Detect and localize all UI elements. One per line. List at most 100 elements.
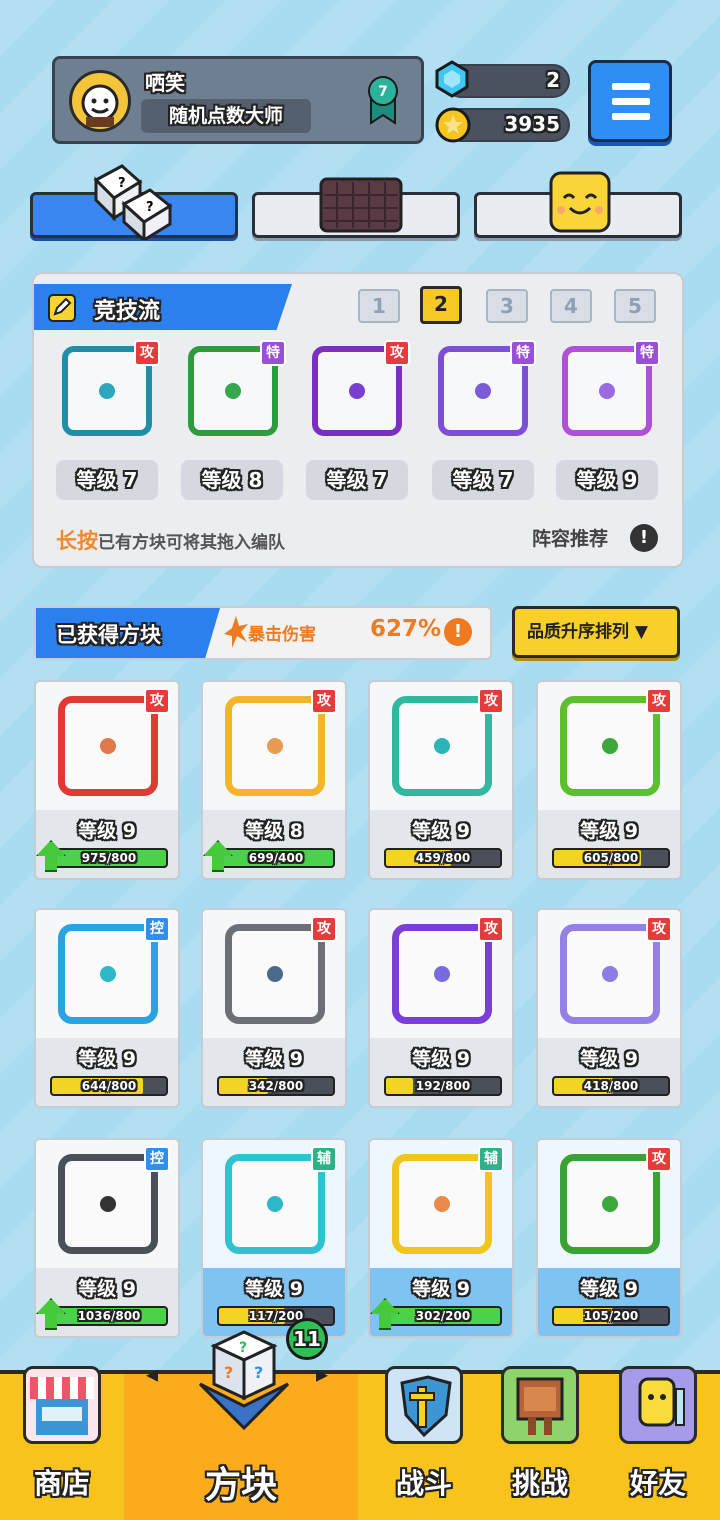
sort-dropdown[interactable]: 品质升序排列 ▼ [512,606,680,658]
dice-square [58,924,158,1024]
type-tag: 攻 [311,916,337,942]
card-progress-bar: 644/800 [50,1076,168,1096]
deck-slot-level: 等级 7 [306,460,408,500]
dice-dot [267,1196,283,1212]
dice-card[interactable]: 攻等级 9 459/800 [368,680,514,880]
owned-label-banner: 已获得方块 [36,608,220,658]
dice-card[interactable]: 攻等级 8 699/400 [201,680,347,880]
dice-card[interactable]: 攻等级 9 105/200 [536,1138,682,1338]
dice-card[interactable]: 攻等级 9 418/800 [536,908,682,1108]
deck-slot-level: 等级 9 [556,460,658,500]
type-tag: 攻 [144,688,170,714]
card-progress-text: 418/800 [583,1079,639,1093]
dice-square [392,696,492,796]
dice-card[interactable]: 控等级 9 644/800 [34,908,180,1108]
dice-dot [267,738,283,754]
deck-page-2[interactable]: 2 [420,286,462,324]
dice-square [58,1154,158,1254]
crit-burst-icon [224,616,248,648]
avatar[interactable] [69,70,131,132]
nav-blocks[interactable]: ◂ ▸ ??? 方块 [124,1330,358,1520]
dice-card[interactable]: 辅等级 9 302/200 [368,1138,514,1338]
board-grid-icon [318,176,404,234]
gem-icon [434,60,470,98]
hint-highlight: 长按 [56,529,98,553]
info-exclamation-icon[interactable]: ! [630,524,658,552]
card-level: 等级 8 [245,820,303,842]
nav-friends-label: 好友 [629,1467,686,1500]
deck-slot-level: 等级 8 [181,460,283,500]
deck-slot-2[interactable]: 特 [178,336,288,456]
deck-slot-4[interactable]: 特 [428,336,538,456]
type-tag: 辅 [311,1146,337,1172]
card-progress-text: 975/800 [81,851,137,865]
edit-pencil-icon[interactable] [48,294,76,322]
card-progress-bar: 699/400 [217,848,335,868]
type-tag: 攻 [478,688,504,714]
card-progress-text: 192/800 [415,1079,471,1093]
card-level: 等级 9 [580,1048,638,1070]
nav-challenge[interactable]: 挑战 [478,1366,602,1520]
dice-card[interactable]: 攻等级 9 342/800 [201,908,347,1108]
dice-dot [602,1196,618,1212]
recommend-lineup-link[interactable]: 阵容推荐 [532,524,608,551]
deck-page-4[interactable]: 4 [550,289,592,323]
dice-dot [100,1196,116,1212]
deck-slot-3[interactable]: 攻 [302,336,412,456]
profile-panel[interactable]: 哂笑 随机点数大师 7 [52,56,424,144]
deck-slot-level: 等级 7 [432,460,534,500]
deck-slot-1[interactable]: 攻 [52,336,162,456]
deck-page-5[interactable]: 5 [614,289,656,323]
card-progress-bar: 105/200 [552,1306,670,1326]
dice-card[interactable]: 攻等级 9 192/800 [368,908,514,1108]
dice-square [392,924,492,1024]
dice-dot [599,383,615,399]
type-tag: 辅 [478,1146,504,1172]
rank-ribbon-icon[interactable]: 7 [367,75,399,125]
dice-card[interactable]: 攻等级 9 975/800 [34,680,180,880]
dice-dot [434,1196,450,1212]
deck-slot-5[interactable]: 特 [552,336,662,456]
card-level: 等级 9 [412,1278,470,1300]
card-progress-bar: 975/800 [50,848,168,868]
nav-challenge-label: 挑战 [511,1467,568,1500]
type-tag: 攻 [311,688,337,714]
nav-blocks-label: 方块 [204,1465,277,1506]
coin-icon [434,106,472,144]
dice-dot [602,966,618,982]
dice-card[interactable]: 辅等级 9 117/200 [201,1138,347,1338]
deck-page-1[interactable]: 1 [358,289,400,323]
dice-square [560,696,660,796]
deck-page-3[interactable]: 3 [486,289,528,323]
card-level: 等级 9 [580,820,638,842]
svg-text:?: ? [118,176,126,191]
nav-shop[interactable]: 商店 [0,1366,124,1520]
svg-text:?: ? [254,1363,263,1382]
card-level: 等级 9 [412,1048,470,1070]
type-tag: 攻 [646,1146,672,1172]
type-tag: 特 [510,340,536,366]
dice-square [392,1154,492,1254]
dice-icon: ?? [88,160,178,244]
dice-card[interactable]: 控等级 9 1036/800 [34,1138,180,1338]
dice-square [225,696,325,796]
svg-text:?: ? [146,200,154,215]
dice-dot [434,966,450,982]
arrow-left-icon[interactable]: ◂ [146,1360,158,1388]
card-progress-bar: 302/200 [384,1306,502,1326]
rank-number: 7 [378,84,388,100]
dice-card[interactable]: 攻等级 9 605/800 [536,680,682,880]
menu-button[interactable] [588,60,672,142]
arrow-right-icon[interactable]: ▸ [316,1360,328,1388]
nav-shop-label: 商店 [33,1467,90,1500]
type-tag: 攻 [646,916,672,942]
type-tag: 攻 [646,688,672,714]
crit-info-icon[interactable]: ! [444,618,472,646]
nav-friends[interactable]: 好友 [596,1366,720,1520]
card-progress-bar: 192/800 [384,1076,502,1096]
nav-battle[interactable]: 战斗 [362,1366,486,1520]
dice-box-icon: ??? [194,1324,294,1432]
dice-dot [99,383,115,399]
svg-text:?: ? [224,1363,233,1382]
card-level: 等级 9 [245,1278,303,1300]
